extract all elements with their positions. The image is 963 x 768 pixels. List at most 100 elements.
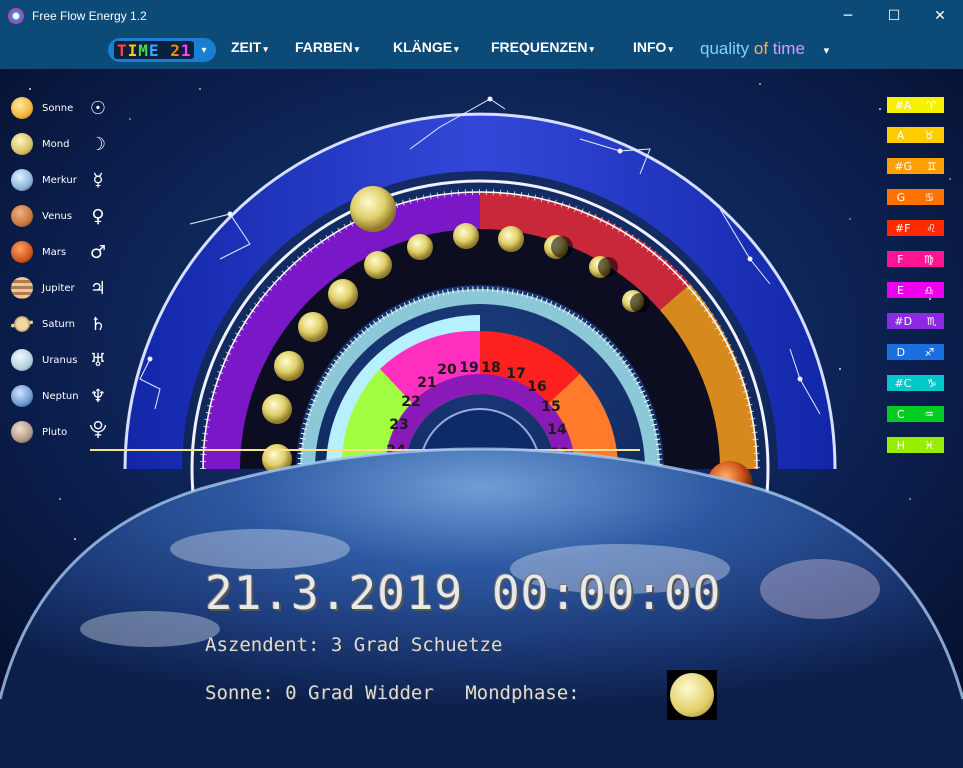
menu-frequenzen[interactable]: FREQUENZEN ▾	[491, 39, 594, 55]
logo-letter: 2	[170, 40, 181, 60]
menu-info[interactable]: INFO ▾	[633, 39, 673, 55]
zodiac-sign-icon: ♐	[924, 345, 935, 359]
svg-text:17: 17	[506, 366, 525, 382]
tone-note: #G	[894, 159, 913, 173]
planet-name: Merkur	[42, 174, 77, 186]
svg-text:23: 23	[389, 417, 408, 433]
tone-button[interactable]: #D ♏	[887, 313, 944, 329]
tone-button[interactable]: E ♎	[887, 282, 944, 298]
window-title: Free Flow Energy 1.2	[32, 8, 147, 23]
venus-icon	[11, 205, 33, 227]
planet-symbol: ☽	[89, 133, 107, 155]
window-controls: ─ ☐ ✕	[825, 0, 963, 31]
planet-name: Mond	[42, 138, 70, 150]
tone-button[interactable]: F ♍	[887, 251, 944, 267]
close-button[interactable]: ✕	[917, 0, 963, 31]
neptune-icon	[11, 385, 33, 407]
chevron-down-icon: ▾	[668, 44, 673, 54]
chevron-down-icon: ▾	[589, 44, 594, 54]
minimize-button[interactable]: ─	[825, 0, 871, 31]
planet-jupiter[interactable]: Jupiter ♃	[11, 275, 110, 301]
planet-merkur[interactable]: Merkur ☿	[11, 167, 110, 193]
planet-mond[interactable]: Mond ☽	[11, 131, 110, 157]
svg-text:19: 19	[459, 360, 478, 376]
planet-name: Pluto	[42, 426, 68, 438]
tone-note: G	[896, 190, 906, 204]
planet-neptun[interactable]: Neptun ♆	[11, 383, 110, 409]
zodiac-sign-icon: ♍	[923, 252, 934, 266]
sun-position-text: Sonne: 0 Grad Widder Mondphase:	[205, 682, 580, 704]
planet-saturn[interactable]: Saturn ♄	[11, 311, 110, 337]
saturn-icon	[11, 313, 33, 335]
tone-note: A	[896, 128, 905, 142]
menu-label: KLÄNGE	[393, 39, 453, 55]
tone-button[interactable]: G ♋	[887, 189, 944, 205]
main-scene: 191817 161514 132423 222120 Sonne☉ Mond☽…	[0, 69, 963, 768]
planet-name: Sonne	[42, 102, 74, 114]
logo-letter: E	[148, 40, 160, 60]
mercury-icon	[11, 169, 33, 191]
tone-note: #D	[894, 314, 913, 328]
logo-letter: T	[117, 40, 128, 60]
pluto-icon	[11, 421, 33, 443]
planet-sonne[interactable]: Sonne ☉	[11, 95, 110, 121]
planet-symbol: ♅	[89, 349, 107, 371]
zodiac-sign-icon: ♊	[926, 159, 937, 173]
datetime-display: 21.3.2019 00:00:00	[205, 566, 722, 620]
tone-button[interactable]: D ♐	[887, 344, 944, 360]
zodiac-sign-icon: ♓	[924, 438, 935, 452]
time21-menu-button[interactable]: T I M E 2 1 ▾	[108, 38, 216, 62]
tone-note: #F	[894, 221, 911, 235]
planet-symbol: ♄	[89, 313, 107, 335]
planet-name: Neptun	[42, 390, 79, 402]
planet-name: Uranus	[42, 354, 78, 366]
zodiac-sign-icon: ♒	[924, 407, 935, 421]
zodiac-sign-icon: ♉	[924, 128, 935, 142]
quality-word: quality	[700, 39, 754, 58]
menu-label: FARBEN	[295, 39, 353, 55]
zodiac-sign-icon: ♑	[926, 376, 937, 390]
planet-symbol: ♀	[91, 205, 105, 227]
svg-text:22: 22	[401, 394, 420, 410]
tone-button[interactable]: C ♒	[887, 406, 944, 422]
svg-text:18: 18	[481, 360, 500, 376]
chevron-down-icon: ▾	[263, 44, 268, 54]
planet-uranus[interactable]: Uranus ♅	[11, 347, 110, 373]
zodiac-sign-icon: ♋	[924, 190, 935, 204]
tone-button[interactable]: #F ♌	[887, 220, 944, 236]
zodiac-sign-icon: ♈	[926, 98, 937, 112]
tone-button[interactable]: #G ♊	[887, 158, 944, 174]
tone-note: E	[897, 283, 904, 297]
svg-text:21: 21	[417, 375, 436, 391]
planet-pluto[interactable]: Pluto ⯓	[11, 419, 110, 445]
zodiac-sign-icon: ♏	[926, 314, 937, 328]
tone-button[interactable]: H ♓	[887, 437, 944, 453]
planet-name: Jupiter	[42, 282, 75, 294]
tone-note: C	[896, 407, 905, 421]
menu-klaenge[interactable]: KLÄNGE ▾	[393, 39, 459, 55]
menu-farben[interactable]: FARBEN ▾	[295, 39, 359, 55]
tone-button[interactable]: #A ♈	[887, 97, 944, 113]
planet-name: Mars	[42, 246, 67, 258]
planet-mars[interactable]: Mars ♂	[11, 239, 110, 265]
quality-word: time	[772, 39, 805, 58]
tone-button[interactable]: #C ♑	[887, 375, 944, 391]
maximize-button[interactable]: ☐	[871, 0, 917, 31]
menu-zeit[interactable]: ZEIT ▾	[231, 39, 268, 55]
title-bar: Free Flow Energy 1.2 ─ ☐ ✕	[0, 0, 963, 31]
tone-button[interactable]: A ♉	[887, 127, 944, 143]
planet-venus[interactable]: Venus ♀	[11, 203, 110, 229]
zodiac-sign-icon: ♌	[926, 221, 937, 235]
jupiter-icon	[11, 277, 33, 299]
planet-name: Venus	[42, 210, 73, 222]
quality-of-time-menu[interactable]: quality of time ▾	[700, 39, 829, 59]
logo-letter: 1	[180, 40, 192, 60]
ascendant-text: Aszendent: 3 Grad Schuetze	[205, 634, 503, 656]
sun-icon	[11, 97, 33, 119]
sun-position: Sonne: 0 Grad Widder	[205, 682, 434, 704]
moonphase-image	[667, 670, 717, 720]
full-moon-icon	[670, 673, 714, 717]
menu-label: FREQUENZEN	[491, 39, 588, 55]
svg-text:20: 20	[437, 362, 457, 378]
chevron-down-icon: ▾	[823, 45, 830, 57]
